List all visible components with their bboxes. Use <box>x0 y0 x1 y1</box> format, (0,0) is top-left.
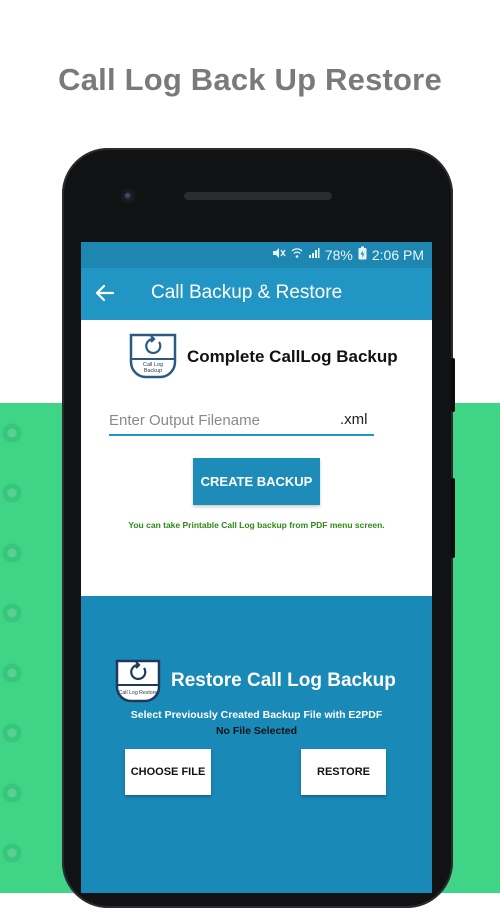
restore-section: Call Log Restore Restore Call Log Backup… <box>81 596 432 893</box>
restore-button[interactable]: RESTORE <box>301 749 386 795</box>
status-bar: 78% 2:06 PM <box>81 242 432 268</box>
phone-screen: 78% 2:06 PM Call Backup & Restore Call L… <box>81 242 432 893</box>
selected-file-status: No File Selected <box>215 725 298 737</box>
front-camera-icon <box>121 189 135 203</box>
restore-icon-label: Call Log Restore <box>119 690 158 696</box>
backup-hint-text: You can take Printable Call Log backup f… <box>128 520 385 530</box>
backup-section: Call Log Backup Complete CallLog Backup … <box>81 320 432 596</box>
wifi-icon <box>291 247 303 262</box>
input-underline <box>109 434 374 436</box>
output-filename-input[interactable] <box>109 407 339 433</box>
power-button <box>451 478 455 558</box>
app-title: Call Backup & Restore <box>151 282 343 303</box>
create-backup-button[interactable]: CREATE BACKUP <box>193 458 320 505</box>
file-extension-label: .xml <box>340 411 368 428</box>
backup-icon-label-2: Backup <box>144 368 162 374</box>
promo-title: Call Log Back Up Restore <box>58 62 442 97</box>
choose-file-button[interactable]: CHOOSE FILE <box>125 749 211 795</box>
restore-box-icon: Call Log Restore <box>113 658 163 709</box>
restore-instruction: Select Previously Created Backup File wi… <box>130 709 383 721</box>
status-time: 2:06 PM <box>371 246 424 263</box>
earpiece-speaker <box>184 192 332 200</box>
volume-button <box>451 358 455 412</box>
app-bar: Call Backup & Restore <box>81 268 432 320</box>
battery-charging-icon <box>358 246 367 263</box>
signal-icon <box>308 247 320 262</box>
backup-heading: Complete CallLog Backup <box>187 347 398 366</box>
restore-heading: Restore Call Log Backup <box>171 670 396 691</box>
back-arrow-icon[interactable] <box>93 281 117 305</box>
mute-icon <box>272 247 286 262</box>
backup-box-icon: Call Log Backup <box>127 332 179 385</box>
battery-percent: 78% <box>324 246 353 263</box>
